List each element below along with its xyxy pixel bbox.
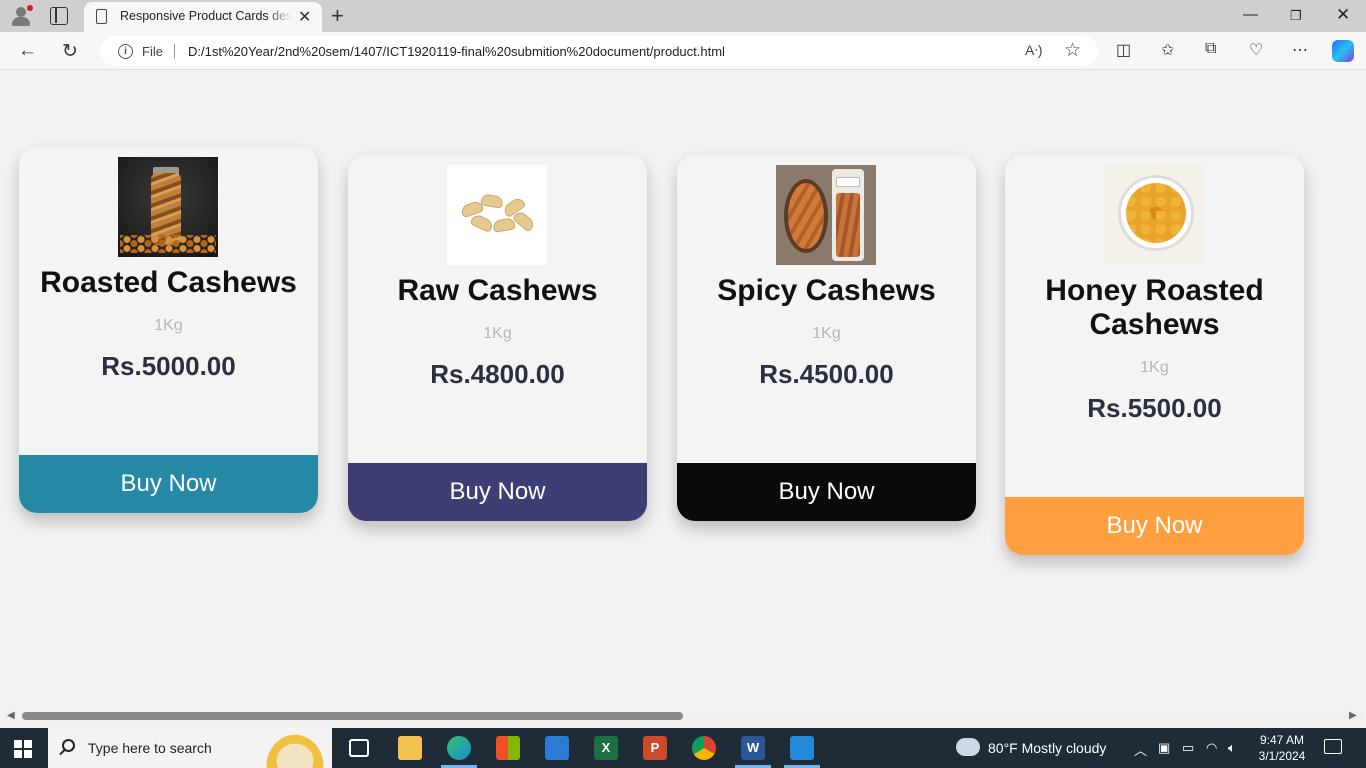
buy-now-button[interactable]: Buy Now — [19, 455, 318, 513]
search-icon — [62, 739, 75, 752]
taskbar-search[interactable]: Type here to search — [48, 728, 332, 768]
restore-icon[interactable]: ❐ — [1290, 8, 1302, 24]
close-tab-icon[interactable]: ✕ — [298, 7, 311, 27]
collections-icon[interactable]: ⧉ — [1205, 40, 1216, 58]
buy-now-button[interactable]: Buy Now — [348, 463, 647, 521]
product-image — [447, 165, 547, 265]
show-hidden-icons-icon[interactable]: ︿ — [1134, 740, 1147, 759]
search-placeholder: Type here to search — [88, 740, 212, 756]
product-image — [776, 165, 876, 265]
horizontal-scrollbar[interactable]: ◀ ▶ — [3, 710, 1363, 724]
product-name: Spicy Cashews — [717, 274, 936, 307]
product-price: Rs.4500.00 — [759, 359, 894, 389]
more-icon[interactable]: ⋯ — [1292, 40, 1308, 60]
favorite-star-icon[interactable]: ☆ — [1064, 39, 1081, 62]
meet-now-icon[interactable]: ▣ — [1158, 740, 1170, 756]
product-image — [1104, 165, 1204, 265]
store-icon[interactable] — [496, 736, 520, 760]
info-icon[interactable]: i — [118, 44, 133, 59]
product-card: Spicy Cashews 1Kg Rs.4500.00 Buy Now — [677, 155, 976, 521]
notifications-icon[interactable] — [1324, 739, 1342, 754]
scrollbar-thumb[interactable] — [22, 712, 683, 720]
edge-icon[interactable] — [447, 736, 471, 760]
new-tab-icon[interactable]: + — [331, 3, 344, 29]
split-screen-icon[interactable]: ◫ — [1116, 40, 1131, 60]
tab-actions-icon[interactable] — [50, 7, 68, 25]
word-icon[interactable]: W — [741, 736, 765, 760]
vscode-icon[interactable] — [790, 736, 814, 760]
search-highlight-icon — [264, 732, 326, 768]
minimize-icon[interactable]: — — [1243, 6, 1258, 23]
product-card: Raw Cashews 1Kg Rs.4800.00 Buy Now — [348, 155, 647, 521]
taskbar: Type here to search X P W 80°F Mostly cl… — [0, 728, 1366, 768]
file-label: File — [142, 44, 163, 59]
product-name: Raw Cashews — [397, 274, 598, 307]
wifi-icon[interactable]: ◠ — [1206, 740, 1217, 756]
product-name: Honey Roasted Cashews — [1045, 274, 1264, 341]
page-viewport: Roasted Cashews 1Kg Rs.5000.00 Buy Now R… — [3, 71, 1363, 712]
start-icon[interactable] — [14, 740, 32, 758]
excel-icon[interactable]: X — [594, 736, 618, 760]
clock-time: 9:47 AM — [1259, 733, 1305, 747]
browser-tab-bar: Responsive Product Cards design ✕ + — ❐ … — [0, 0, 1366, 32]
mail-icon[interactable] — [545, 736, 569, 760]
weather-text[interactable]: 80°F Mostly cloudy — [988, 740, 1106, 756]
task-view-icon[interactable] — [349, 739, 369, 757]
scroll-right-icon[interactable]: ▶ — [1349, 710, 1357, 721]
url-text[interactable]: D:/1st%20Year/2nd%20sem/1407/ICT1920119-… — [188, 44, 725, 59]
weather-icon[interactable] — [956, 734, 980, 756]
product-price: Rs.5000.00 — [101, 351, 236, 381]
product-weight: 1Kg — [154, 317, 183, 334]
window-close-icon[interactable]: ✕ — [1336, 5, 1350, 25]
separator — [174, 44, 175, 59]
product-card: Honey Roasted Cashews 1Kg Rs.5500.00 Buy… — [1005, 155, 1304, 555]
product-name: Roasted Cashews — [40, 266, 297, 299]
product-weight: 1Kg — [483, 325, 512, 342]
scroll-left-icon[interactable]: ◀ — [7, 710, 15, 721]
product-image — [118, 157, 218, 257]
browser-tab[interactable]: Responsive Product Cards design ✕ — [84, 2, 322, 32]
refresh-icon[interactable]: ↻ — [62, 40, 78, 63]
product-price: Rs.4800.00 — [430, 359, 565, 389]
profile-icon[interactable] — [10, 5, 33, 27]
battery-icon[interactable]: ▭ — [1182, 740, 1194, 756]
copilot-icon[interactable] — [1332, 40, 1354, 62]
page-icon — [96, 9, 107, 24]
buy-now-button[interactable]: Buy Now — [677, 463, 976, 521]
product-card: Roasted Cashews 1Kg Rs.5000.00 Buy Now — [19, 147, 318, 513]
powerpoint-icon[interactable]: P — [643, 736, 667, 760]
clock[interactable]: 9:47 AM 3/1/2024 — [1252, 732, 1312, 764]
address-bar: ← ↻ i File D:/1st%20Year/2nd%20sem/1407/… — [0, 32, 1366, 70]
chrome-icon[interactable] — [692, 736, 716, 760]
performance-icon[interactable]: ♡ — [1249, 40, 1263, 60]
favorites-icon[interactable]: ✩ — [1161, 40, 1174, 60]
product-weight: 1Kg — [812, 325, 841, 342]
volume-icon[interactable]: 🔈︎ — [1228, 740, 1236, 756]
back-icon[interactable]: ← — [18, 40, 37, 62]
tab-title: Responsive Product Cards design — [120, 9, 292, 23]
buy-now-button[interactable]: Buy Now — [1005, 497, 1304, 555]
clock-date: 3/1/2024 — [1258, 749, 1306, 763]
read-aloud-icon[interactable]: Aᐧ) — [1025, 42, 1043, 59]
url-field[interactable]: i File D:/1st%20Year/2nd%20sem/1407/ICT1… — [100, 36, 1098, 66]
product-price: Rs.5500.00 — [1087, 393, 1222, 423]
file-explorer-icon[interactable] — [398, 736, 422, 760]
product-weight: 1Kg — [1140, 359, 1169, 376]
